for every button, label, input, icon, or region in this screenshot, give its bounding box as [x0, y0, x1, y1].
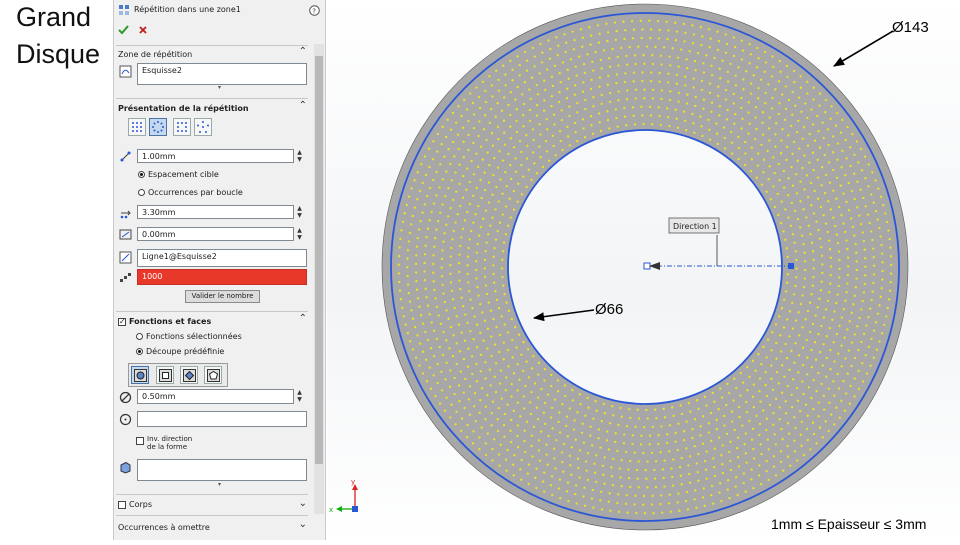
- layout-type-toolbar: [128, 118, 228, 138]
- invert-label-line1: Inv. direction: [147, 435, 193, 443]
- row-spacing-input[interactable]: 3.30mm: [137, 205, 294, 219]
- bodies-section-header[interactable]: Corps: [118, 500, 152, 509]
- skip-instances-section-header[interactable]: Occurrences à omettre: [118, 523, 210, 532]
- radio-button[interactable]: [138, 171, 145, 178]
- row-spacing-icon: [118, 206, 132, 220]
- direction-reference-icon[interactable]: [118, 250, 132, 264]
- center-point-icon: [118, 412, 132, 426]
- radio-predefined-cut-label: Découpe prédéfinie: [146, 347, 225, 356]
- instance-count-input[interactable]: 1000: [137, 269, 307, 285]
- angle-spinner[interactable]: ▲ ▼: [295, 227, 304, 242]
- spacing-input[interactable]: 1.00mm: [137, 149, 294, 163]
- divider: [116, 98, 308, 99]
- cut-diamond-button[interactable]: [180, 366, 198, 384]
- bodies-section-label: Corps: [129, 500, 153, 509]
- divider: [116, 494, 308, 495]
- features-checkbox[interactable]: ✓: [118, 317, 126, 326]
- slide-title-line2: Disque: [16, 39, 101, 69]
- triad-y-label: y: [351, 478, 355, 486]
- chevron-down-icon[interactable]: ⌄: [299, 498, 307, 509]
- chevron-down-icon[interactable]: ▾: [218, 481, 221, 488]
- svg-text:?: ?: [312, 7, 316, 15]
- angle-input[interactable]: 0.00mm: [137, 227, 294, 241]
- chevron-up-icon[interactable]: ⌃: [299, 46, 307, 57]
- triad-x-label: x: [329, 506, 333, 514]
- angle-icon: [118, 227, 132, 241]
- property-manager-panel: Répétition dans une zone1 ? Zone de répé…: [113, 0, 326, 540]
- sketch-icon: [118, 64, 132, 78]
- checkmark-icon[interactable]: [116, 23, 130, 37]
- radio-target-spacing-label: Espacement cible: [148, 170, 219, 179]
- radio-selected-features-label: Fonctions sélectionnées: [146, 332, 242, 341]
- chevron-down-icon[interactable]: ⌄: [299, 519, 307, 530]
- faces-icon: [118, 460, 132, 474]
- spacing-spinner[interactable]: ▲ ▼: [295, 149, 304, 164]
- radio-predefined-cut[interactable]: Découpe prédéfinie: [136, 347, 224, 356]
- radio-selected-features[interactable]: Fonctions sélectionnées: [136, 332, 242, 341]
- direction-tag-label: Direction 1: [673, 222, 717, 231]
- radio-target-spacing[interactable]: Espacement cible: [138, 170, 219, 179]
- chevron-up-icon[interactable]: ⌃: [299, 313, 307, 324]
- inner-diameter-label: Ø66: [595, 301, 623, 318]
- layout-grid-button[interactable]: [128, 118, 146, 136]
- divider: [116, 45, 308, 46]
- radio-button[interactable]: [136, 348, 143, 355]
- center-point-selection-box[interactable]: [137, 411, 307, 427]
- direction-selection-box[interactable]: Ligne1@Esquisse2: [137, 249, 307, 267]
- invert-label-line2: de la forme: [147, 443, 188, 451]
- bodies-checkbox[interactable]: [118, 500, 126, 509]
- radio-instances-per-loop[interactable]: Occurrences par boucle: [138, 188, 243, 197]
- triad-origin: [352, 506, 358, 512]
- diameter-icon: [118, 390, 132, 404]
- chevron-up-icon[interactable]: ⌃: [299, 100, 307, 111]
- diameter-spinner[interactable]: ▲ ▼: [295, 389, 304, 404]
- layout-circular-button[interactable]: [149, 118, 167, 136]
- x-icon[interactable]: [136, 23, 150, 37]
- faces-selection-box[interactable]: [137, 459, 307, 481]
- diameter-input[interactable]: 0.50mm: [137, 389, 294, 404]
- slide-footnote: 1mm ≤ Epaisseur ≤ 3mm: [771, 516, 927, 532]
- invert-direction-checkbox[interactable]: [136, 437, 144, 445]
- cut-square-button[interactable]: [156, 366, 174, 384]
- features-section-label: Fonctions et faces: [129, 317, 212, 326]
- divider: [116, 515, 308, 516]
- instance-count-icon: [118, 270, 132, 284]
- cut-circle-button[interactable]: [131, 366, 149, 384]
- slide-title-line1: Grand: [16, 2, 92, 32]
- cut-shape-toolbar: [128, 363, 228, 387]
- radio-instances-per-loop-label: Occurrences par boucle: [148, 188, 243, 197]
- radio-button[interactable]: [136, 333, 143, 340]
- divider: [116, 311, 308, 312]
- layout-square-button[interactable]: [173, 118, 191, 136]
- panel-title: Répétition dans une zone1: [134, 5, 241, 14]
- row-spacing-spinner[interactable]: ▲ ▼: [295, 205, 304, 220]
- panel-scrollbar-thumb[interactable]: [315, 56, 323, 464]
- features-section-header[interactable]: ✓ Fonctions et faces: [118, 317, 211, 326]
- zone-section-header[interactable]: Zone de répétition: [118, 50, 192, 59]
- layout-section-header[interactable]: Présentation de la répétition: [118, 104, 249, 113]
- line-endpoint[interactable]: [788, 263, 794, 269]
- radio-button[interactable]: [138, 189, 145, 196]
- outer-diameter-label: Ø143: [892, 19, 929, 36]
- invert-shape-direction[interactable]: Inv. direction de la forme: [136, 435, 192, 451]
- linear-pattern-icon: [117, 3, 131, 17]
- invert-direction-label: Inv. direction de la forme: [147, 435, 192, 451]
- spacing-icon: [118, 149, 132, 163]
- validate-count-button[interactable]: Valider le nombre: [185, 290, 260, 303]
- zone-selection-box[interactable]: Esquisse2: [137, 63, 307, 85]
- graphics-viewport[interactable]: Direction 1 Ø143 Ø66 y x: [327, 0, 960, 540]
- graphics-canvas[interactable]: Direction 1 Ø143 Ø66 y x: [327, 0, 960, 540]
- cut-polygon-button[interactable]: [204, 366, 222, 384]
- help-icon[interactable]: ?: [307, 3, 321, 17]
- chevron-down-icon[interactable]: ▾: [218, 84, 221, 91]
- layout-polygon-button[interactable]: [194, 118, 212, 136]
